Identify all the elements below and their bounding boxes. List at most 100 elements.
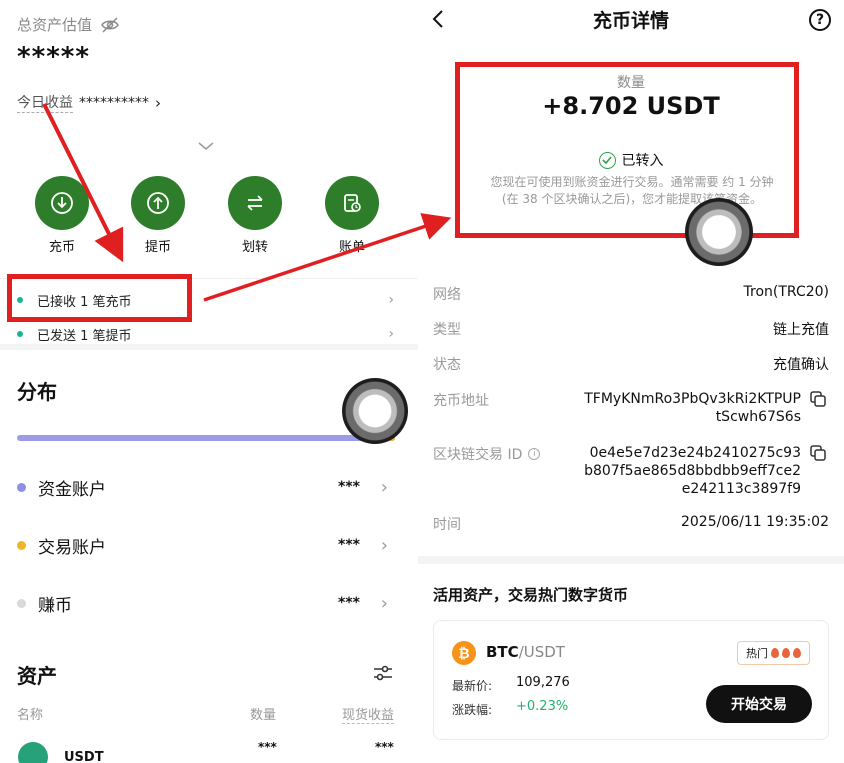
- detail-key: 类型: [433, 322, 461, 338]
- today-pnl-value: **********: [79, 94, 149, 111]
- last-price-value: 109,276: [516, 675, 570, 690]
- chevron-right-icon: ›: [380, 534, 388, 556]
- account-row-earn[interactable]: 赚币 *** ›: [0, 588, 418, 618]
- transfer-icon: [228, 176, 282, 230]
- transfer-label: 划转: [241, 240, 268, 255]
- bill-button[interactable]: 账单: [324, 176, 380, 255]
- assets-title: 资产: [17, 664, 57, 688]
- touch-indicator: [685, 198, 753, 266]
- change-label: 涨跌幅:: [452, 703, 493, 717]
- fire-icon: [771, 648, 779, 658]
- trading-pair: BTC/USDT: [486, 643, 565, 661]
- page-title: 充币详情: [592, 10, 669, 32]
- detail-key-with-info: 区块链交易 ID i: [433, 444, 541, 464]
- start-trading-button[interactable]: 开始交易: [706, 685, 812, 723]
- fire-icon: [782, 648, 790, 658]
- chevron-right-icon: ›: [380, 476, 388, 498]
- distribution-title: 分布: [17, 380, 57, 404]
- btc-coin-icon: ₿: [452, 641, 476, 665]
- copy-icon[interactable]: [809, 390, 827, 408]
- asset-pnl: ***: [375, 740, 394, 754]
- deposit-detail-panel: 充币详情 ? 数量 +8.702 USDT 已转入 您现在可使用到账资金进行交易…: [418, 0, 844, 763]
- last-price-label: 最新价:: [452, 679, 493, 693]
- detail-network: 网络 Tron(TRC20): [433, 284, 829, 304]
- usdt-coin-icon: [18, 742, 48, 763]
- transfer-button[interactable]: 划转: [227, 176, 283, 255]
- chevron-right-icon: ›: [388, 292, 394, 308]
- download-icon: [35, 176, 89, 230]
- help-icon[interactable]: ?: [809, 9, 831, 31]
- account-value: ***: [338, 537, 360, 553]
- account-label: 资金账户: [38, 479, 106, 500]
- detail-address: 充币地址 TFMyKNmRo3PbQv3kRi2KTPUPtScwh67S6s: [433, 390, 829, 430]
- asset-name: USDT: [64, 750, 104, 763]
- column-pnl: 现货收益: [342, 704, 395, 724]
- market-card[interactable]: ₿ BTC/USDT 热门 最新价: 109,276 涨跌幅: +0.23% 开…: [433, 620, 829, 740]
- notice-withdraw-sent[interactable]: 已发送 1 笔提币 ›: [0, 317, 418, 351]
- touch-indicator: [342, 378, 408, 444]
- detail-key: 区块链交易 ID: [433, 447, 523, 463]
- account-dot: [17, 598, 26, 608]
- fire-icon: [793, 648, 801, 658]
- asset-qty: ***: [258, 740, 277, 754]
- chevron-right-icon: ›: [388, 326, 394, 342]
- bill-label: 账单: [338, 240, 365, 255]
- column-name: 名称: [17, 708, 44, 723]
- detail-key: 充币地址: [433, 393, 489, 409]
- distribution-bar: [17, 435, 395, 441]
- section-divider: [418, 556, 844, 564]
- total-assets-value: *****: [17, 42, 90, 72]
- chevron-right-icon: ›: [155, 93, 161, 112]
- account-dot: [17, 540, 26, 550]
- bill-icon: [325, 176, 379, 230]
- today-pnl-label: 今日收益: [17, 92, 73, 113]
- detail-value: 充值确认: [773, 357, 829, 373]
- detail-status: 状态 充值确认: [433, 354, 829, 374]
- account-label: 赚币: [38, 595, 72, 616]
- account-label: 交易账户: [38, 537, 106, 558]
- total-assets-label: 总资产估值: [17, 16, 93, 34]
- detail-value: Tron(TRC20): [743, 284, 829, 300]
- chevron-right-icon: ›: [380, 592, 388, 614]
- hot-label: 热门: [746, 647, 768, 660]
- total-assets-header: 总资产估值: [17, 14, 120, 35]
- pair-quote: /USDT: [518, 643, 565, 661]
- hide-balance-icon[interactable]: [100, 16, 120, 33]
- pair-base: BTC: [486, 643, 519, 661]
- detail-txid: 区块链交易 ID i 0e4e5e7d23e24b2410275c93b807f…: [433, 444, 829, 500]
- detail-key: 时间: [433, 517, 461, 533]
- hot-badge: 热门: [737, 641, 810, 665]
- account-value: ***: [338, 479, 360, 495]
- detail-key: 网络: [433, 287, 461, 303]
- filter-icon[interactable]: [372, 662, 394, 684]
- detail-type: 类型 链上充值: [433, 319, 829, 339]
- upload-icon: [131, 176, 185, 230]
- promo-title: 活用资产，交易热门数字货币: [433, 586, 629, 604]
- notice-text: 已发送 1 笔提币: [37, 328, 132, 344]
- deposit-label: 充币: [48, 240, 75, 255]
- notice-dot: [17, 331, 23, 337]
- annotation-box-amount: [455, 62, 799, 238]
- detail-value: 0e4e5e7d23e24b2410275c93b807f5ae865d8bbd…: [584, 445, 801, 497]
- today-pnl-link[interactable]: 今日收益 ********** ›: [17, 92, 161, 113]
- chevron-down-icon[interactable]: [197, 140, 215, 152]
- deposit-button[interactable]: 充币: [34, 176, 90, 255]
- detail-value: 2025/06/11 19:35:02: [680, 514, 829, 530]
- info-icon[interactable]: i: [528, 448, 541, 460]
- account-row-funding[interactable]: 资金账户 *** ›: [0, 472, 418, 502]
- quick-actions: 充币 提币 划转 账单: [30, 176, 390, 256]
- detail-value: 链上充值: [773, 322, 829, 338]
- detail-time: 时间 2025/06/11 19:35:02: [433, 514, 829, 534]
- column-qty: 数量: [250, 708, 277, 723]
- account-value: ***: [338, 595, 360, 611]
- copy-icon[interactable]: [809, 444, 827, 462]
- withdraw-label: 提币: [144, 240, 171, 255]
- change-value: +0.23%: [516, 699, 569, 714]
- detail-value: TFMyKNmRo3PbQv3kRi2KTPUPtScwh67S6s: [584, 391, 801, 425]
- account-dot: [17, 482, 26, 492]
- account-row-trading[interactable]: 交易账户 *** ›: [0, 530, 418, 560]
- withdraw-button[interactable]: 提币: [130, 176, 186, 255]
- annotation-box-notice: [7, 274, 192, 322]
- detail-key: 状态: [433, 357, 461, 373]
- asset-overview-panel: 总资产估值 ***** 今日收益 ********** › 充币 提币 划转 账…: [0, 0, 418, 763]
